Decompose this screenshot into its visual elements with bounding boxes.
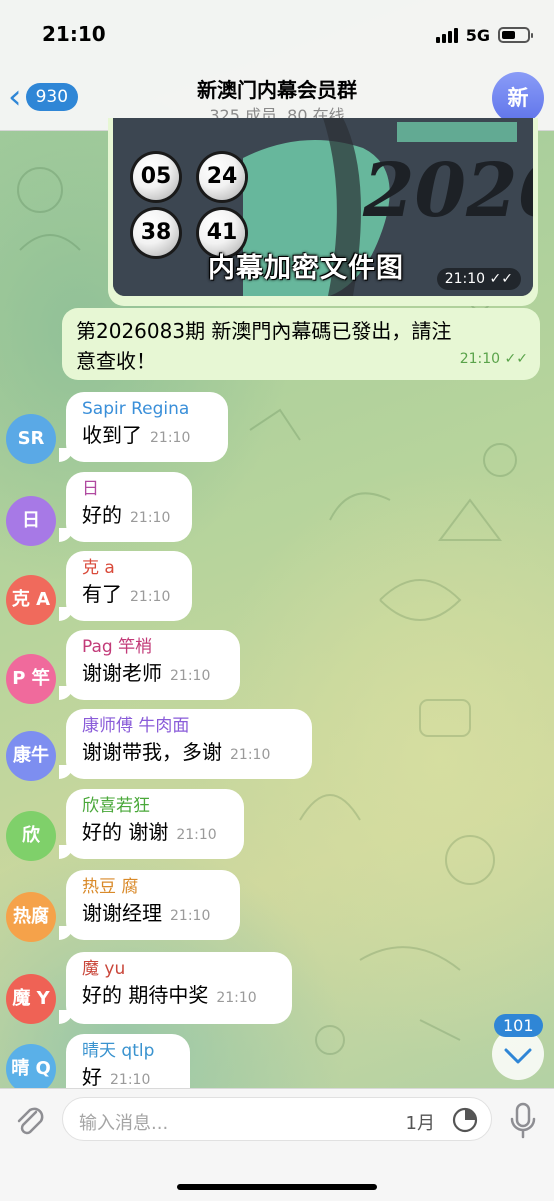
message-time: 21:10: [230, 747, 271, 763]
sender-name[interactable]: Pag 竿梢: [82, 636, 226, 658]
sender-avatar[interactable]: 康牛: [6, 731, 56, 781]
sender-name[interactable]: 魔 yu: [82, 958, 278, 980]
status-time: 21:10: [42, 22, 106, 46]
sender-avatar[interactable]: 热腐: [6, 892, 56, 942]
message-text-line: 第2026083期 新澳門內幕碼已發出，請注: [76, 319, 452, 343]
message-text: 谢谢老师: [82, 661, 162, 685]
message-bubble[interactable]: 日 好的 21:10: [59, 472, 192, 542]
message-bubble[interactable]: Pag 竿梢 谢谢老师 21:10: [59, 630, 240, 700]
unread-messages-badge: 101: [494, 1014, 543, 1037]
lottery-ball: 05: [133, 154, 179, 200]
message-text: 好的 谢谢: [82, 820, 169, 844]
sender-name[interactable]: 热豆 腐: [82, 876, 226, 898]
voice-message-button[interactable]: [506, 1101, 540, 1141]
sender-name[interactable]: 康师傅 牛肉面: [82, 715, 298, 737]
sender-avatar[interactable]: 日: [6, 496, 56, 546]
message-bubble[interactable]: 克 a 有了 21:10: [59, 551, 192, 621]
message-text: 有了: [82, 582, 122, 606]
battery-icon: [498, 27, 533, 43]
message-bubble[interactable]: 魔 yu 好的 期待中奖 21:10: [59, 952, 292, 1024]
message-text: 好的 期待中奖: [82, 983, 209, 1007]
message-time: 21:10: [216, 990, 257, 1006]
network-type: 5G: [465, 25, 490, 45]
message-time: 21:10: [150, 430, 191, 446]
message-time: 21:10: [130, 510, 171, 526]
sender-name[interactable]: 克 a: [82, 557, 178, 579]
message-time: 21:10: [110, 1072, 151, 1088]
sender-avatar[interactable]: 魔 Y: [6, 974, 56, 1024]
message-time: 21:10: [176, 827, 217, 843]
image-year-text: 2026: [363, 148, 533, 234]
home-indicator: [177, 1184, 377, 1190]
outgoing-message-bubble[interactable]: 第2026083期 新澳門內幕碼已發出，請注 意查收！ 21:10 ✓✓: [62, 308, 540, 380]
sender-name[interactable]: Sapir Regina: [82, 398, 214, 420]
outgoing-message-time: 21:10 ✓✓: [459, 351, 528, 367]
message-bubble[interactable]: 康师傅 牛肉面 谢谢带我，多谢 21:10: [59, 709, 312, 779]
message-bubble[interactable]: 热豆 腐 谢谢经理 21:10: [59, 870, 240, 940]
message-input[interactable]: 输入消息... 1月: [62, 1097, 492, 1141]
sender-avatar[interactable]: 欣: [6, 811, 56, 861]
message-text: 收到了: [82, 423, 142, 447]
message-bubble[interactable]: 欣喜若狂 好的 谢谢 21:10: [59, 789, 244, 859]
battery-fill: [502, 31, 516, 39]
message-time: 21:10: [170, 668, 211, 684]
read-checkmarks-icon: ✓✓: [504, 351, 528, 367]
chat-title[interactable]: 新澳门内幕会员群: [0, 74, 554, 103]
top-bar: 21:10 5G ‹ 930 新澳门内幕会员群 325 成员, 80 在线 新: [0, 0, 554, 131]
message-time: 21:10: [170, 908, 211, 924]
sender-name[interactable]: 晴天 qtlp: [82, 1040, 176, 1062]
read-checkmarks-icon: ✓✓: [489, 271, 513, 287]
status-icons: 5G: [435, 24, 533, 46]
sticker-button[interactable]: [451, 1106, 479, 1134]
sender-avatar[interactable]: 克 A: [6, 575, 56, 625]
message-text: 好: [82, 1065, 102, 1089]
image-message-bubble[interactable]: 05 24 38 41 2026 内幕加密文件图 21:10 ✓✓: [108, 118, 538, 306]
sender-avatar[interactable]: 晴 Q: [6, 1044, 56, 1094]
image-caption: 内幕加密文件图: [208, 253, 404, 284]
message-time: 21:10: [130, 589, 171, 605]
shared-image[interactable]: 05 24 38 41 2026 内幕加密文件图 21:10 ✓✓: [113, 118, 533, 296]
microphone-icon: [510, 1102, 536, 1139]
sender-name[interactable]: 欣喜若狂: [82, 795, 230, 817]
message-text: 谢谢带我，多谢: [82, 740, 222, 764]
lottery-ball: 38: [133, 210, 179, 256]
paperclip-icon: [17, 1107, 44, 1135]
lottery-ball: 24: [199, 154, 245, 200]
sender-avatar[interactable]: P 竿: [6, 654, 56, 704]
sender-avatar[interactable]: SR: [6, 414, 56, 464]
image-message-time: 21:10 ✓✓: [436, 268, 521, 290]
message-input-placeholder: 输入消息...: [79, 1113, 169, 1134]
message-bubble[interactable]: Sapir Regina 收到了 21:10: [59, 392, 228, 462]
message-text-line: 意查收！: [76, 349, 156, 373]
sender-name[interactable]: 日: [82, 478, 178, 500]
message-text: 谢谢经理: [82, 901, 162, 925]
signal-icon: [435, 27, 458, 43]
sticker-icon: [452, 1107, 478, 1133]
group-avatar[interactable]: 新: [492, 72, 544, 124]
message-bubble[interactable]: 晴天 qtlp 好 21:10: [66, 1034, 190, 1094]
schedule-month-label[interactable]: 1月: [406, 1109, 435, 1135]
message-text: 好的: [82, 503, 122, 527]
attach-button[interactable]: [12, 1103, 48, 1139]
